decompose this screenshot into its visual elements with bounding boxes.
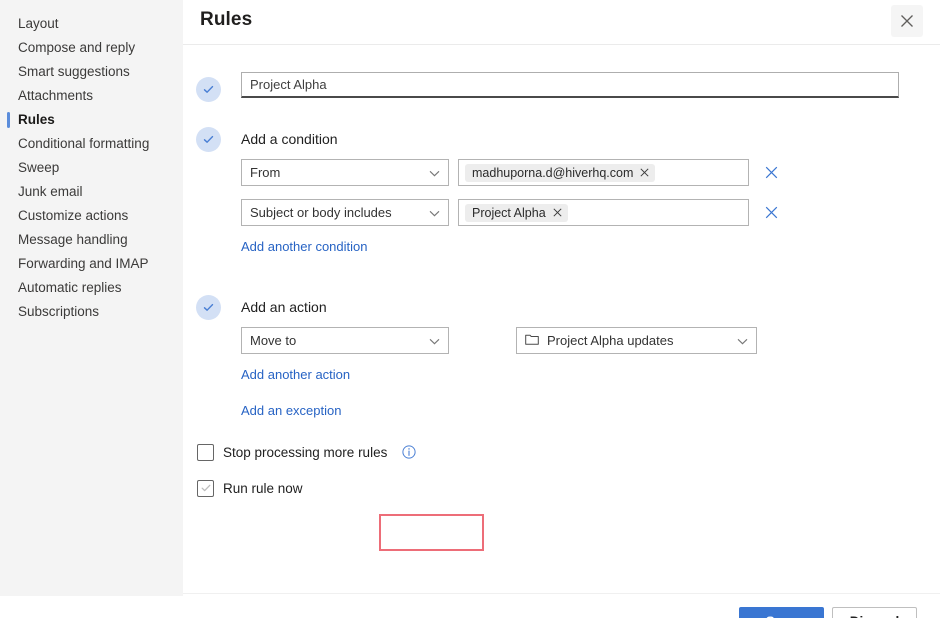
add-an-exception-link[interactable]: Add an exception <box>241 403 341 418</box>
close-button[interactable] <box>891 5 923 37</box>
rules-panel: Rules Project Alpha Add a condition From… <box>183 0 940 618</box>
sidebar-item-smart-suggestions[interactable]: Smart suggestions <box>0 60 183 84</box>
value-chip-label: madhuporna.d@hiverhq.com <box>472 165 634 180</box>
discard-button-label: Discard <box>850 614 900 618</box>
sidebar-item-attachments[interactable]: Attachments <box>0 84 183 108</box>
sidebar-item-junk-email[interactable]: Junk email <box>0 180 183 204</box>
sidebar-item-subscriptions[interactable]: Subscriptions <box>0 300 183 324</box>
panel-header: Rules <box>183 0 940 44</box>
condition-value-input[interactable]: madhuporna.d@hiverhq.com <box>458 159 749 186</box>
check-icon <box>203 303 214 311</box>
close-icon <box>765 166 777 178</box>
discard-button[interactable]: Discard <box>832 607 917 618</box>
chevron-down-icon <box>737 333 748 348</box>
check-icon <box>203 135 214 143</box>
add-another-condition-link[interactable]: Add another condition <box>241 239 367 254</box>
selection-indicator <box>7 112 10 128</box>
stop-processing-label: Stop processing more rules <box>223 444 388 460</box>
sidebar-item-layout[interactable]: Layout <box>0 12 183 36</box>
value-chip: madhuporna.d@hiverhq.com <box>465 163 656 182</box>
sidebar-item-label: Forwarding and IMAP <box>18 256 149 271</box>
action-field-value: Move to <box>250 333 297 348</box>
sidebar-item-label: Conditional formatting <box>18 136 150 151</box>
check-icon <box>201 484 210 492</box>
sidebar-item-label: Compose and reply <box>18 40 136 55</box>
chevron-down-icon <box>429 333 440 348</box>
sidebar-item-label: Sweep <box>18 160 60 175</box>
action-folder-value: Project Alpha updates <box>547 333 674 348</box>
condition-section-label: Add a condition <box>241 131 338 147</box>
run-rule-now-label: Run rule now <box>223 480 303 496</box>
save-button-label: Save <box>766 614 798 618</box>
run-rule-now-option-row: Run rule now <box>197 477 303 499</box>
panel-footer: Save Discard <box>183 594 940 618</box>
stop-processing-option-row: Stop processing more rules <box>197 441 416 463</box>
settings-sidebar: Layout Compose and reply Smart suggestio… <box>0 0 183 596</box>
sidebar-item-label: Customize actions <box>18 208 129 223</box>
value-chip: Project Alpha <box>465 203 568 222</box>
sidebar-item-label: Automatic replies <box>18 280 122 295</box>
condition-value-input[interactable]: Project Alpha <box>458 199 749 226</box>
sidebar-item-label: Rules <box>18 112 55 127</box>
sidebar-item-compose-and-reply[interactable]: Compose and reply <box>0 36 183 60</box>
condition-field-select[interactable]: From <box>241 159 449 186</box>
page-title: Rules <box>200 9 253 30</box>
step-complete-badge <box>196 295 221 320</box>
remove-chip-icon[interactable] <box>553 208 562 217</box>
chevron-down-icon <box>429 205 440 220</box>
rule-name-input[interactable] <box>241 72 899 98</box>
value-chip-label: Project Alpha <box>472 205 546 220</box>
condition-field-value: From <box>250 165 281 180</box>
stop-processing-checkbox[interactable] <box>197 443 214 461</box>
sidebar-item-conditional-formatting[interactable]: Conditional formatting <box>0 132 183 156</box>
sidebar-item-label: Attachments <box>18 88 94 103</box>
sidebar-item-customize-actions[interactable]: Customize actions <box>0 204 183 228</box>
remove-chip-icon[interactable] <box>640 168 649 177</box>
condition-field-value: Subject or body includes <box>250 205 392 220</box>
sidebar-item-sweep[interactable]: Sweep <box>0 156 183 180</box>
annotation-highlight <box>379 514 484 551</box>
rule-editor: Add a condition From madhuporna.d@hiverh… <box>183 45 940 618</box>
remove-condition-button[interactable] <box>761 202 781 222</box>
step-complete-badge <box>196 127 221 152</box>
sidebar-item-rules[interactable]: Rules <box>0 108 183 132</box>
folder-icon <box>525 333 539 348</box>
remove-condition-button[interactable] <box>761 162 781 182</box>
close-icon <box>765 206 777 218</box>
info-icon[interactable] <box>402 445 416 459</box>
add-another-action-link[interactable]: Add another action <box>241 367 350 382</box>
check-icon <box>203 85 214 93</box>
sidebar-item-message-handling[interactable]: Message handling <box>0 228 183 252</box>
close-icon <box>901 15 913 27</box>
sidebar-item-label: Subscriptions <box>18 304 100 319</box>
settings-dialog: Layout Compose and reply Smart suggestio… <box>0 0 940 618</box>
action-field-select[interactable]: Move to <box>241 327 449 354</box>
save-button[interactable]: Save <box>739 607 824 618</box>
action-section-label: Add an action <box>241 299 327 315</box>
sidebar-item-label: Junk email <box>18 184 83 199</box>
step-complete-badge <box>196 77 221 102</box>
sidebar-item-automatic-replies[interactable]: Automatic replies <box>0 276 183 300</box>
sidebar-item-label: Message handling <box>18 232 128 247</box>
sidebar-item-label: Smart suggestions <box>18 64 130 79</box>
chevron-down-icon <box>429 165 440 180</box>
sidebar-item-label: Layout <box>18 16 59 31</box>
condition-field-select[interactable]: Subject or body includes <box>241 199 449 226</box>
run-rule-now-checkbox[interactable] <box>197 479 214 497</box>
action-folder-select[interactable]: Project Alpha updates <box>516 327 757 354</box>
sidebar-item-forwarding-and-imap[interactable]: Forwarding and IMAP <box>0 252 183 276</box>
